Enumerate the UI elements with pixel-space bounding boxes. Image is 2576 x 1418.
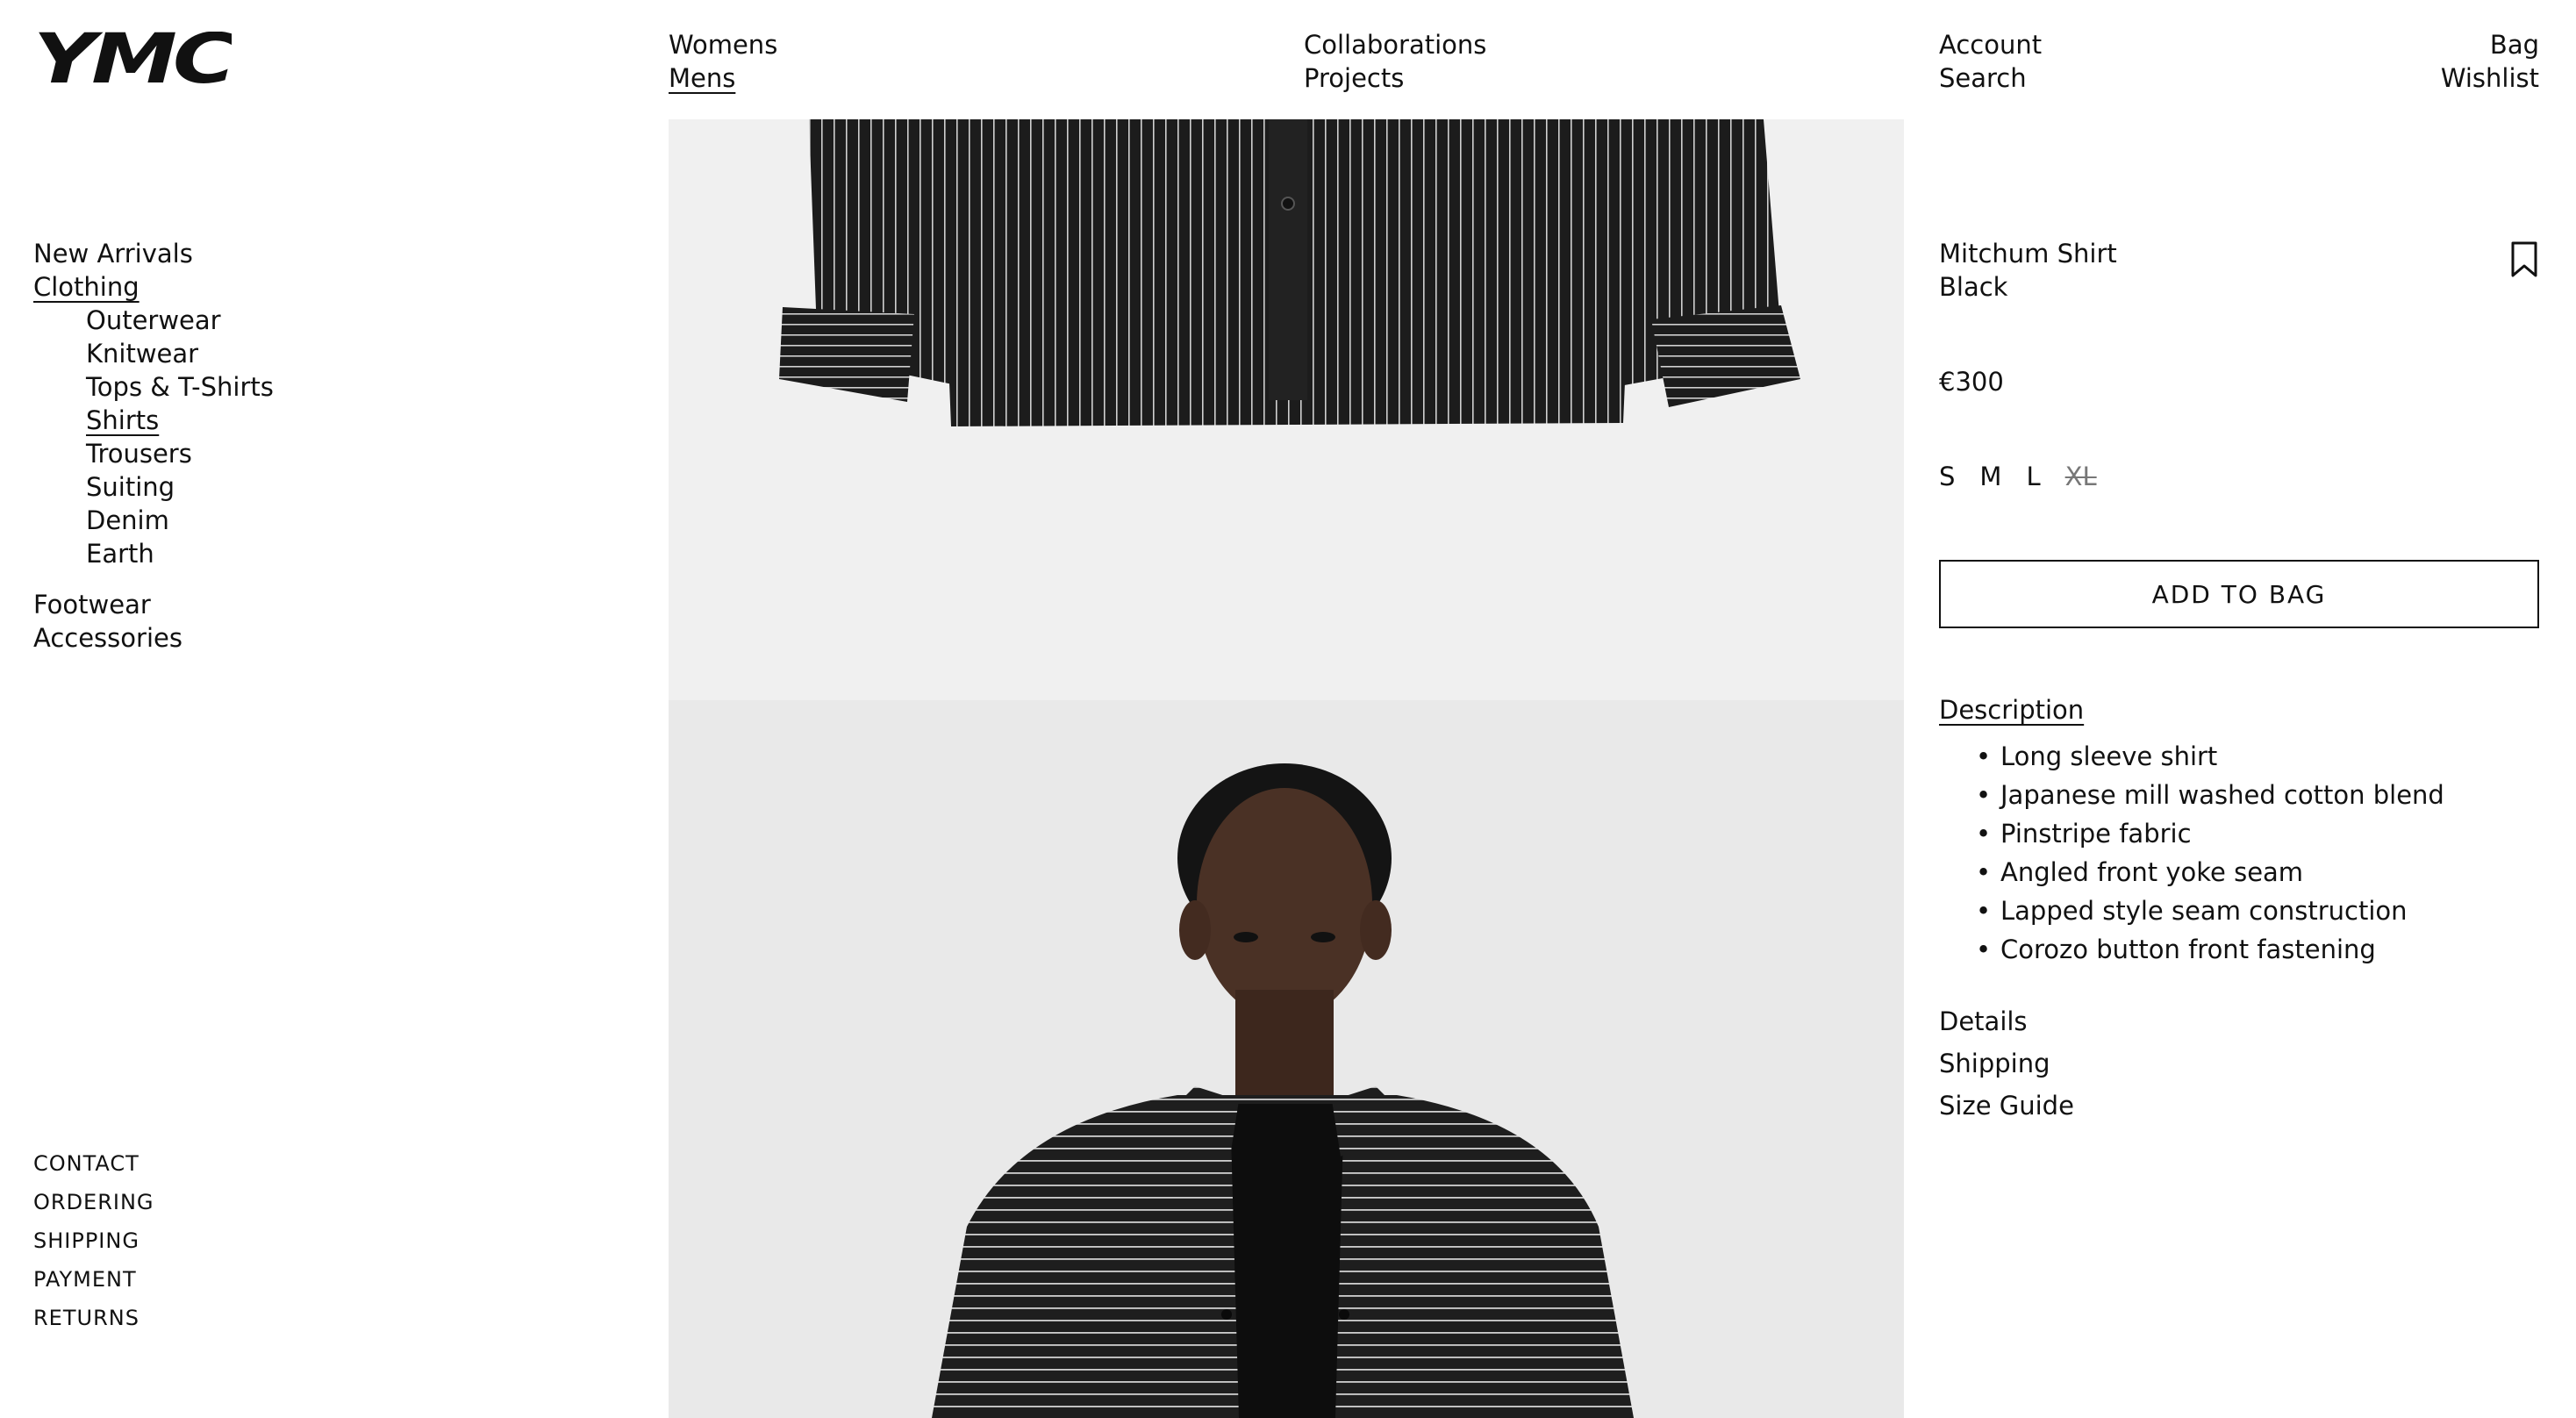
product-image-model[interactable]: [669, 700, 1904, 1418]
nav-collaborations[interactable]: Collaborations: [1304, 28, 1486, 61]
svg-text:YMC: YMC: [33, 32, 232, 90]
description-item: Long sleeve shirt: [1976, 737, 2444, 776]
nav-cart: Bag Wishlist: [2441, 28, 2539, 95]
sidebar-item-tops-tshirts[interactable]: Tops & T-Shirts: [33, 370, 274, 404]
footer-link-payment[interactable]: PAYMENT: [33, 1260, 154, 1299]
description-list: Long sleeve shirt Japanese mill washed c…: [1976, 737, 2444, 969]
sidebar-item-footwear[interactable]: Footwear: [33, 588, 274, 621]
footer-link-returns[interactable]: RETURNS: [33, 1299, 154, 1337]
nav-womens[interactable]: Womens: [669, 28, 777, 61]
product-image-flat[interactable]: [669, 119, 1904, 700]
description-item: Pinstripe fabric: [1976, 814, 2444, 853]
nav-bag[interactable]: Bag: [2441, 28, 2539, 61]
nav-search[interactable]: Search: [1939, 61, 2042, 95]
footer-link-contact[interactable]: CONTACT: [33, 1144, 154, 1183]
size-selector: S M L XL: [1939, 462, 2097, 491]
nav-account[interactable]: Account: [1939, 28, 2042, 61]
footer-link-ordering[interactable]: ORDERING: [33, 1183, 154, 1221]
description-item: Japanese mill washed cotton blend: [1976, 776, 2444, 814]
nav-editorial: Collaborations Projects: [1304, 28, 1486, 95]
nav-user: Account Search: [1939, 28, 2042, 95]
sidebar-item-new-arrivals[interactable]: New Arrivals: [33, 237, 274, 270]
details-tab[interactable]: Details: [1939, 1000, 2074, 1042]
brand-logo[interactable]: YMC: [33, 20, 240, 99]
footer-link-shipping[interactable]: SHIPPING: [33, 1221, 154, 1260]
sidebar-item-clothing[interactable]: Clothing: [33, 270, 274, 304]
nav-wishlist[interactable]: Wishlist: [2441, 61, 2539, 95]
product-gallery[interactable]: [669, 119, 1904, 1418]
sidebar-item-shirts[interactable]: Shirts: [86, 405, 159, 435]
description-item: Lapped style seam construction: [1976, 892, 2444, 930]
product-price: €300: [1939, 367, 2004, 397]
description-tab[interactable]: Description: [1939, 695, 2084, 725]
size-option-s[interactable]: S: [1939, 462, 1955, 491]
header-bar: [0, 0, 2576, 119]
product-more-links: Details Shipping Size Guide: [1939, 1000, 2074, 1127]
shipping-tab[interactable]: Shipping: [1939, 1042, 2074, 1085]
sidebar-item-suiting[interactable]: Suiting: [33, 470, 274, 504]
nav-mens[interactable]: Mens: [669, 61, 777, 95]
bookmark-icon[interactable]: [2509, 240, 2539, 279]
product-info: Mitchum Shirt Black: [1939, 237, 2539, 304]
sidebar-item-denim[interactable]: Denim: [33, 504, 274, 537]
description-item: Angled front yoke seam: [1976, 853, 2444, 892]
sidebar-item-trousers[interactable]: Trousers: [33, 437, 274, 470]
size-option-xl-unavailable: XL: [2064, 462, 2097, 491]
sidebar-item-earth[interactable]: Earth: [33, 537, 274, 570]
product-name: Mitchum Shirt: [1939, 239, 2117, 269]
category-sidebar: New Arrivals Clothing Outerwear Knitwear…: [33, 237, 274, 655]
add-to-bag-button[interactable]: ADD TO BAG: [1939, 560, 2539, 628]
size-guide-tab[interactable]: Size Guide: [1939, 1085, 2074, 1127]
product-color: Black: [1939, 272, 2008, 302]
size-option-l[interactable]: L: [2026, 462, 2040, 491]
sidebar-item-outerwear[interactable]: Outerwear: [33, 304, 274, 337]
footer-links: CONTACT ORDERING SHIPPING PAYMENT RETURN…: [33, 1144, 154, 1337]
nav-projects[interactable]: Projects: [1304, 61, 1486, 95]
size-option-m[interactable]: M: [1979, 462, 2001, 491]
sidebar-item-accessories[interactable]: Accessories: [33, 621, 274, 655]
nav-gender: Womens Mens: [669, 28, 777, 95]
sidebar-item-knitwear[interactable]: Knitwear: [33, 337, 274, 370]
description-item: Corozo button front fastening: [1976, 930, 2444, 969]
